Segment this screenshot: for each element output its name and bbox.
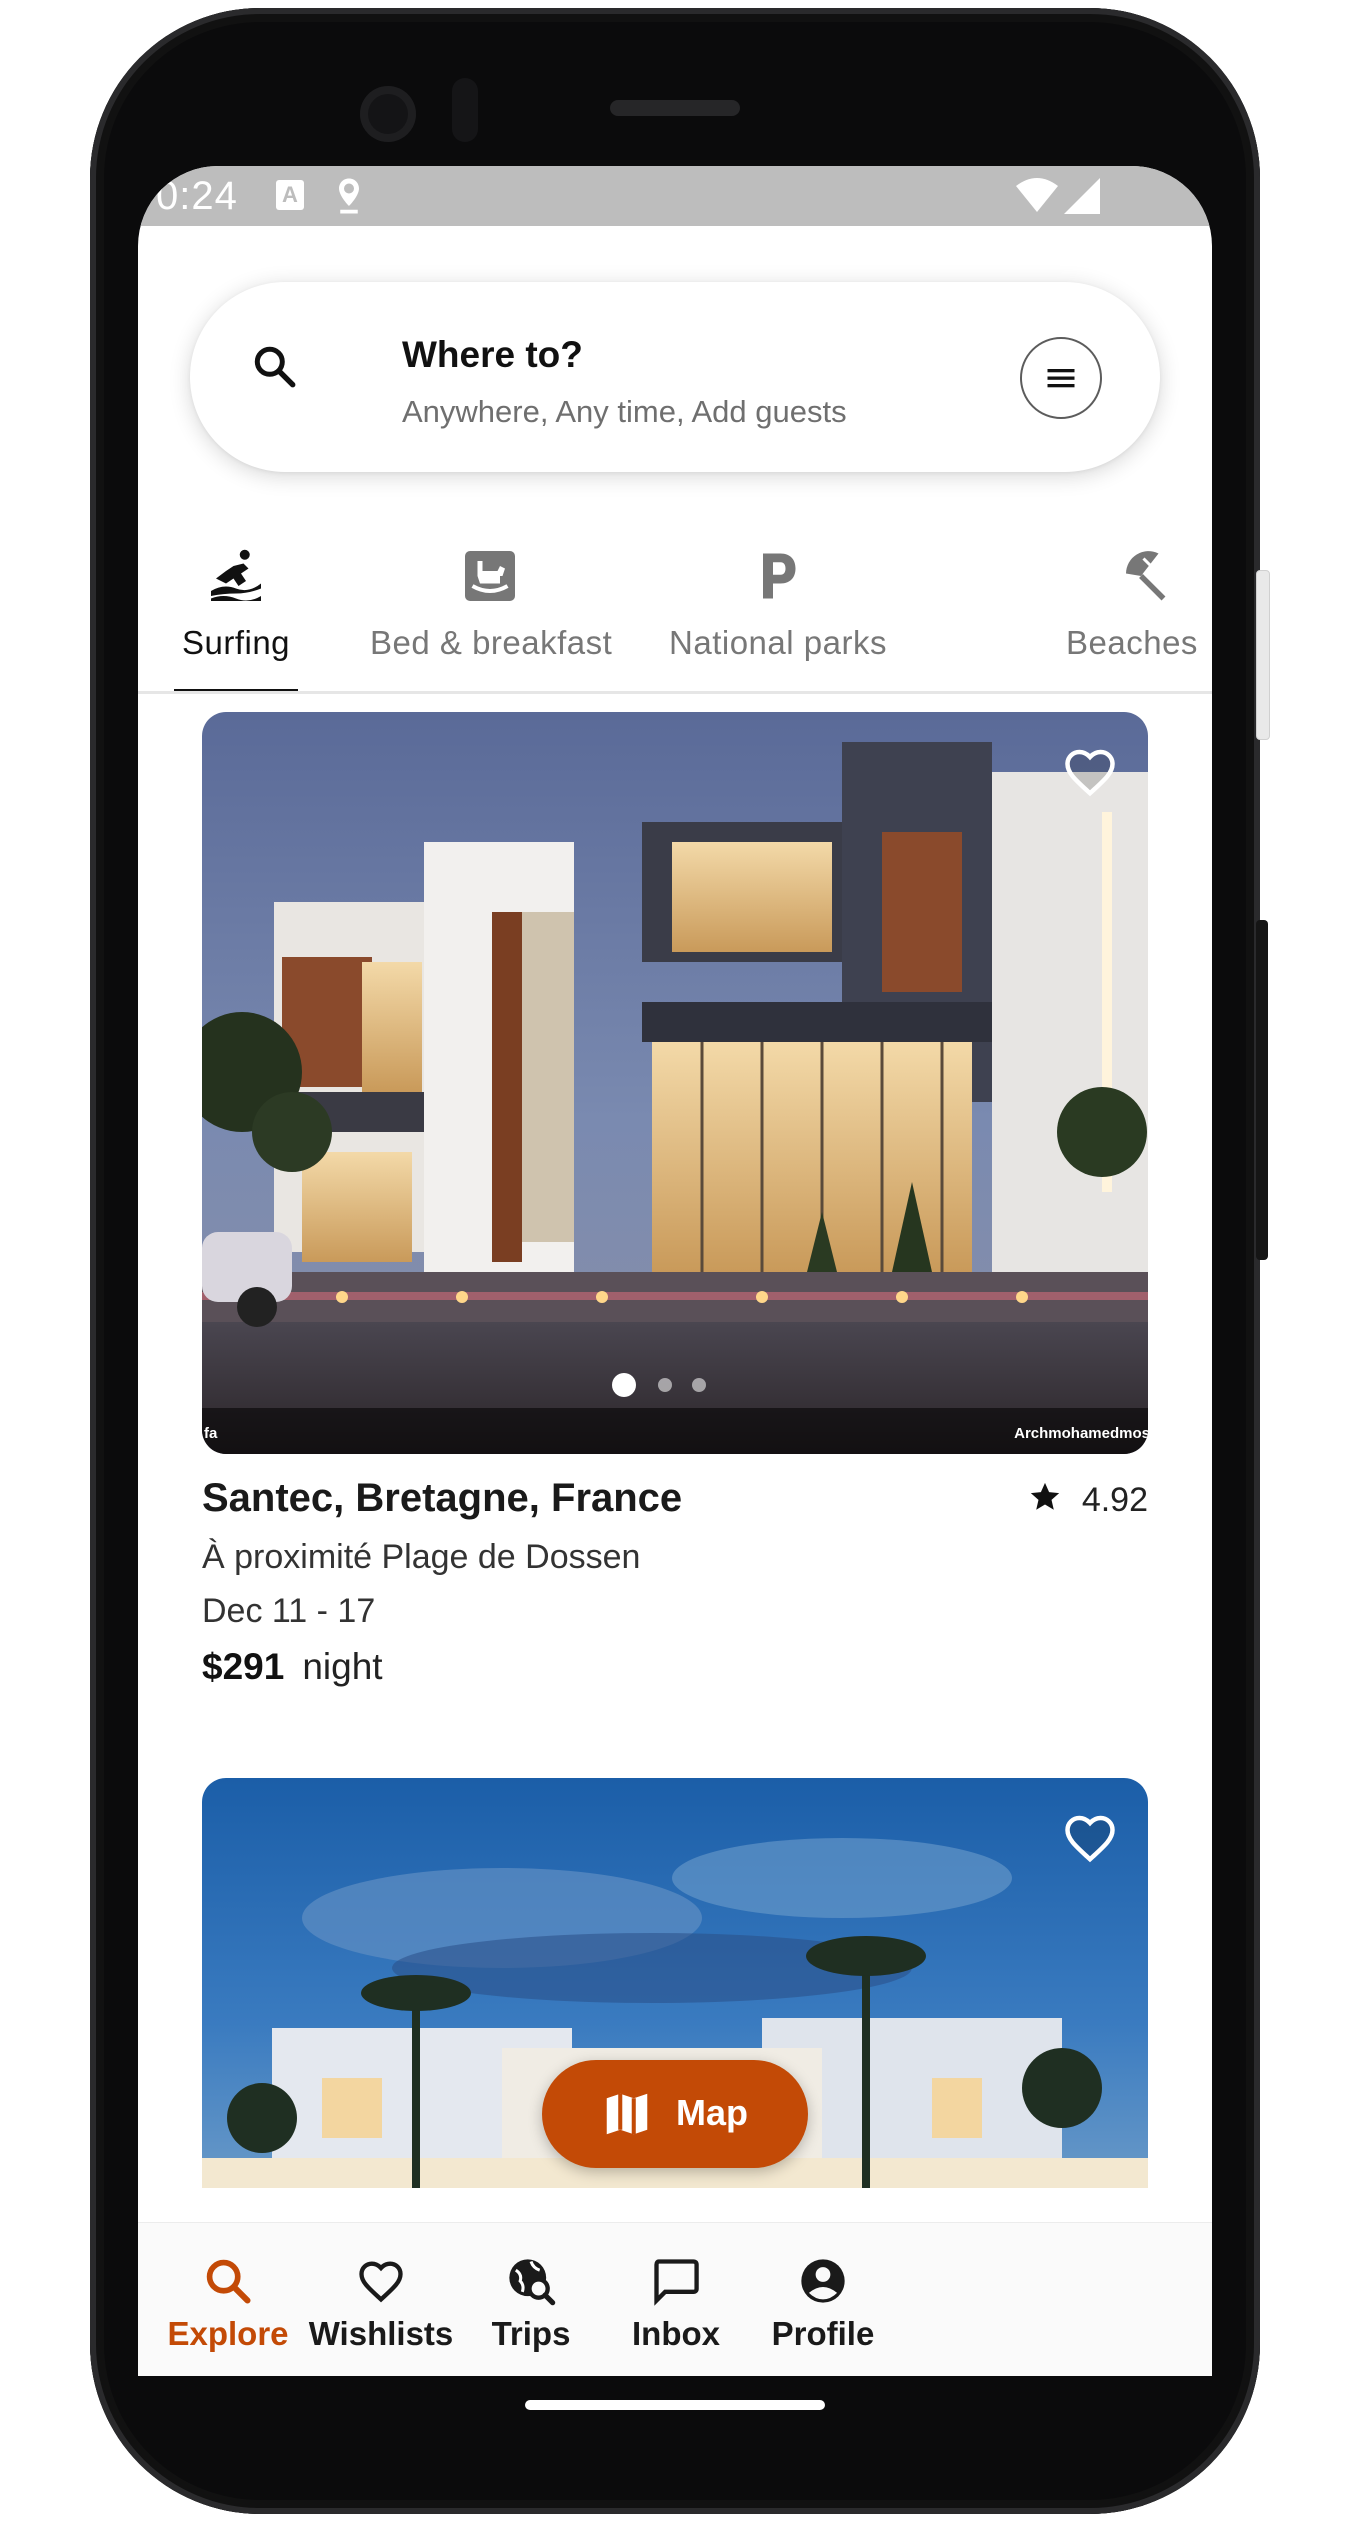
search-bar[interactable]: Where to? Anywhere, Any time, Add guests: [190, 282, 1160, 472]
tab-label: Surfing: [181, 624, 291, 661]
map-icon: [606, 2093, 648, 2135]
account-icon: [801, 2259, 845, 2303]
proximity-sensor: [452, 78, 478, 142]
listing-dates: Dec 11 - 17: [202, 1592, 376, 1630]
search-subtitle: Anywhere, Any time, Add guests: [402, 394, 847, 429]
bottom-navigation: Explore Wishlists Trips Inbox Profile: [138, 2222, 1212, 2376]
search-title: Where to?: [402, 334, 583, 375]
search-icon: [254, 346, 296, 388]
tab-national-parks[interactable]: National parks: [658, 546, 898, 691]
tab-beaches[interactable]: Beaches: [1066, 546, 1212, 691]
map-button[interactable]: Map: [542, 2060, 808, 2168]
wifi-icon: [1016, 178, 1058, 212]
power-button: [1256, 570, 1270, 740]
listing-title: Santec, Bretagne, France: [202, 1476, 683, 1520]
globe-search-icon: [509, 2259, 556, 2306]
home-indicator[interactable]: [525, 2400, 825, 2410]
beach-umbrella-icon: [1126, 551, 1166, 601]
wishlist-heart-button[interactable]: [1060, 1808, 1120, 1868]
wishlist-heart-button[interactable]: [1060, 742, 1120, 802]
pagination-dot-active: [612, 1373, 636, 1397]
pagination-dot: [692, 1378, 706, 1392]
listing-subtitle: À proximité Plage de Dossen: [202, 1538, 641, 1576]
status-time: 0:24: [156, 174, 238, 218]
search-icon: [206, 2259, 251, 2304]
tab-surfing[interactable]: Surfing: [174, 546, 298, 691]
nav-label: Profile: [771, 2315, 875, 2352]
price-unit: night: [302, 1646, 383, 1687]
pagination-dot: [658, 1378, 672, 1392]
listing-price: $291 night: [202, 1646, 383, 1688]
status-a-icon: A: [276, 180, 304, 210]
photo-pagination: [612, 1372, 732, 1398]
nav-profile[interactable]: Profile: [728, 2223, 918, 2376]
photo-credit-right: Archmohamedmos: [1014, 1425, 1148, 1442]
rocking-horse-icon: [465, 551, 515, 601]
heart-icon: [359, 2261, 403, 2303]
tab-label: National parks: [669, 624, 887, 661]
active-tab-underline: [174, 689, 298, 691]
villa-night-photo: [202, 712, 1148, 1454]
rating-value: 4.92: [1081, 1481, 1148, 1519]
status-bar: 0:24 A: [138, 166, 1212, 226]
heart-icon: [1065, 749, 1115, 797]
filter-button[interactable]: [1020, 337, 1102, 419]
listing-rating: 4.92: [1028, 1480, 1148, 1520]
photo-credit-left: fa: [204, 1425, 218, 1442]
message-icon: [654, 2259, 699, 2306]
photo-credit-strip: [202, 1408, 1148, 1454]
front-camera: [360, 86, 416, 142]
price-amount: $291: [202, 1646, 285, 1687]
app-screen: 0:24 A Where to? Anywhere, Any time, Add…: [138, 166, 1212, 2376]
parking-p-icon: [763, 553, 796, 599]
listing-card[interactable]: fa Archmohamedmos Santec, Bretagne, Fran…: [202, 712, 1148, 1712]
heart-icon: [1065, 1815, 1115, 1863]
tab-label: Beaches: [1066, 624, 1198, 661]
tab-bed-and-breakfast[interactable]: Bed & breakfast: [370, 546, 613, 691]
surfing-icon: [211, 549, 261, 601]
earpiece-speaker: [610, 100, 740, 116]
cell-signal-icon: [1064, 178, 1100, 214]
menu-lines-icon: [1047, 369, 1075, 388]
volume-button: [1256, 920, 1268, 1260]
listing-photo[interactable]: fa Archmohamedmos: [202, 712, 1148, 1454]
category-tabs: Surfing Bed & breakfast National parks B: [138, 546, 1212, 694]
tab-label: Bed & breakfast: [370, 624, 613, 661]
star-icon: [1030, 1482, 1059, 1510]
map-button-label: Map: [676, 2092, 748, 2133]
location-icon: [339, 178, 359, 214]
